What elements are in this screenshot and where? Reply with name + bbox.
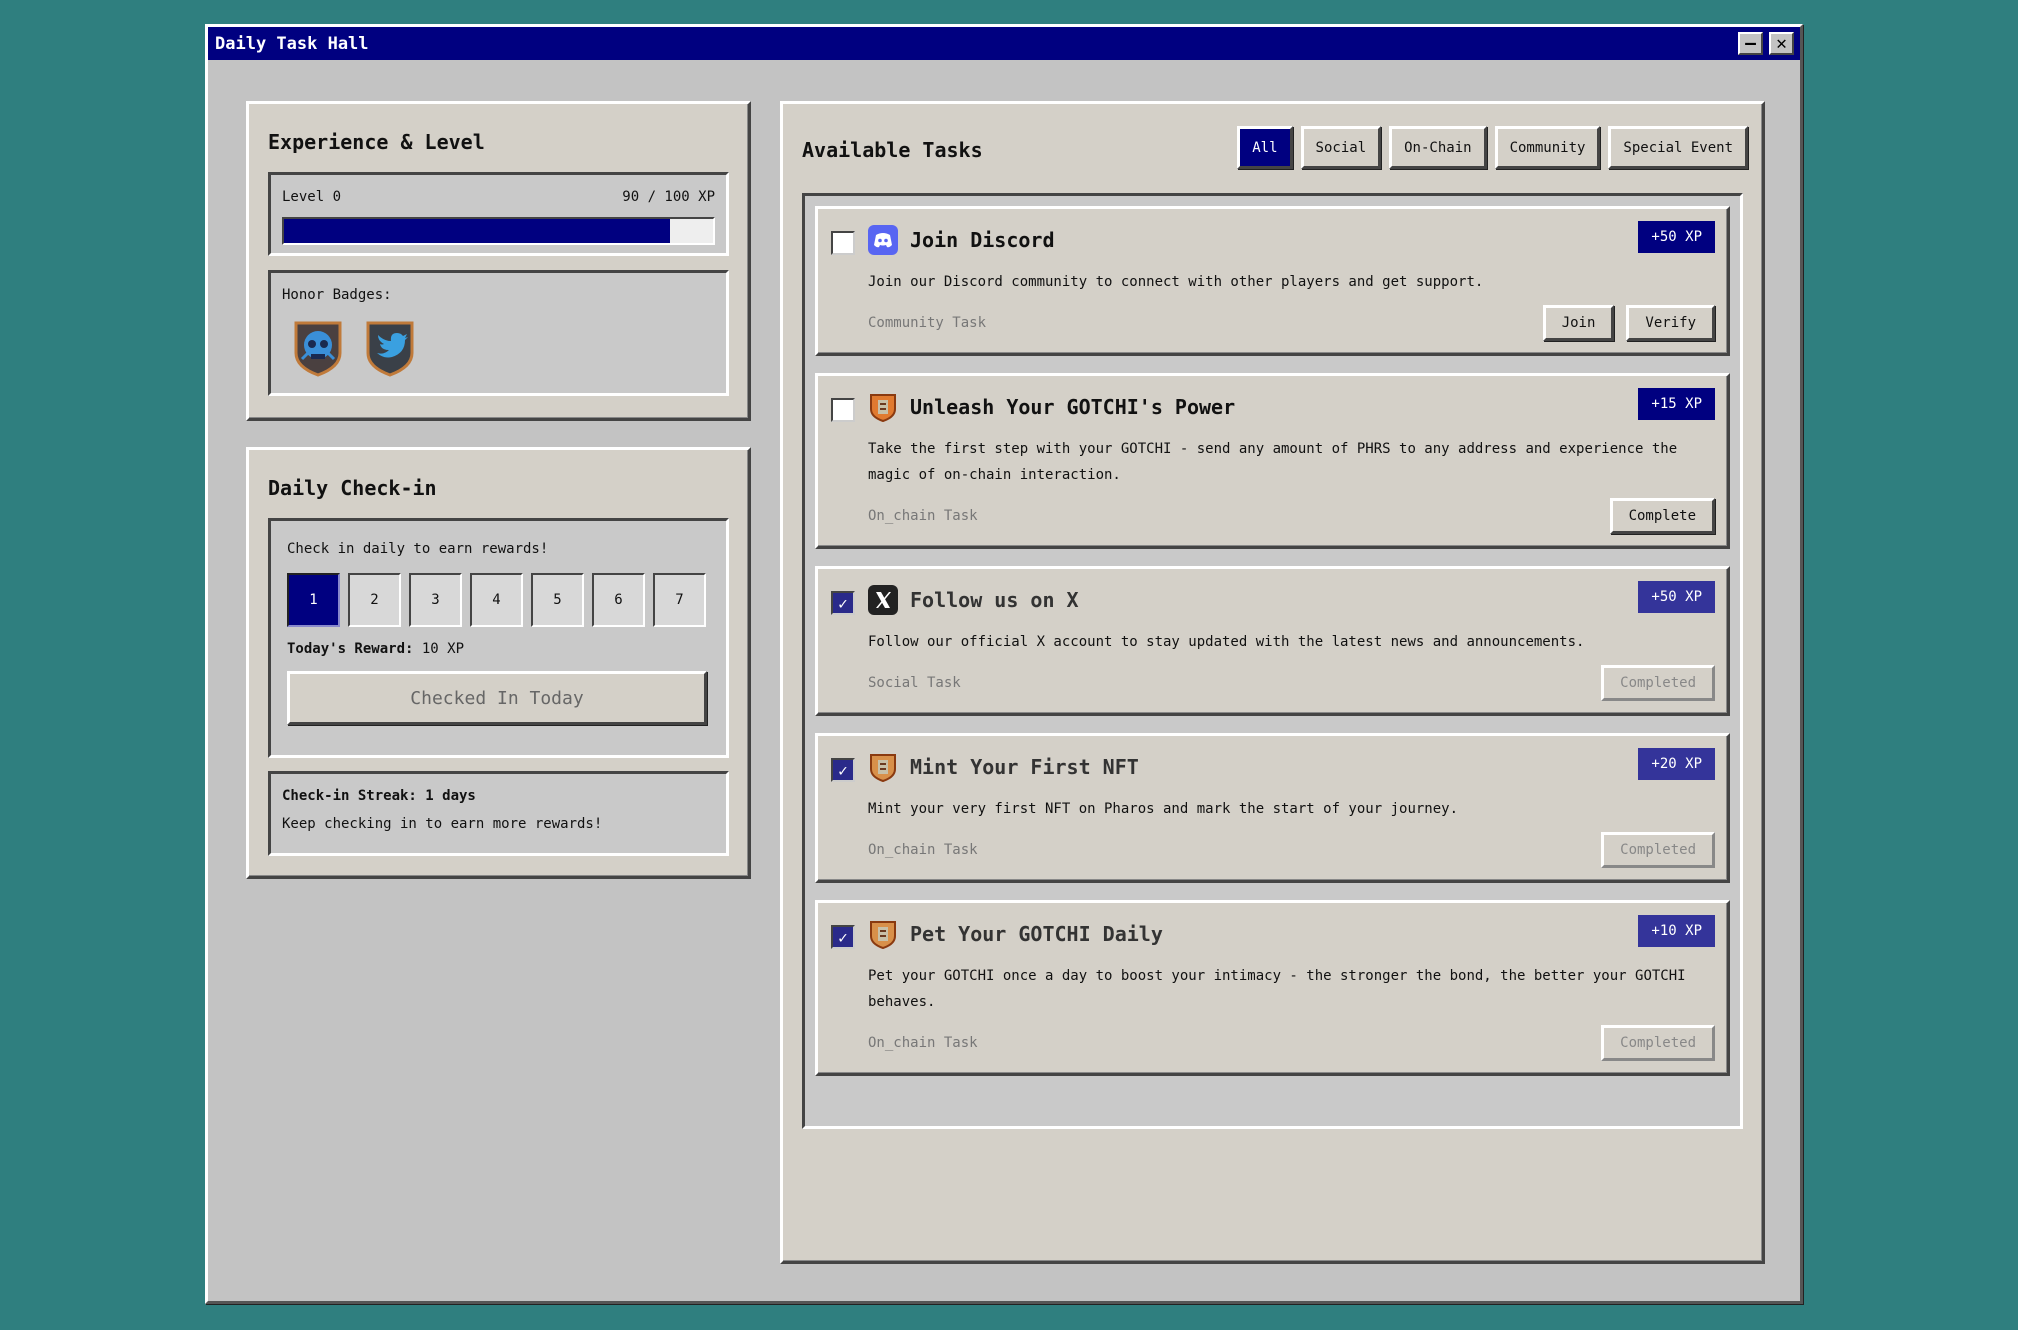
streak-title: Check-in Streak: 1 days <box>282 788 476 804</box>
level-label: Level 0 <box>282 189 342 205</box>
task-checkbox-checked[interactable]: ✓ <box>831 758 855 782</box>
task-checkbox-checked[interactable]: ✓ <box>831 925 855 949</box>
todays-reward: Today's Reward: 10 XP <box>287 641 710 657</box>
verify-button[interactable]: Verify <box>1626 305 1715 341</box>
task-description: Take the first step with your GOTCHI - s… <box>868 441 1678 483</box>
reward-label: Today's Reward: <box>287 641 414 657</box>
checkin-title: Daily Check-in <box>268 476 437 500</box>
checkin-day-6[interactable]: 6 <box>592 573 645 627</box>
tab-community[interactable]: Community <box>1494 126 1601 169</box>
x-icon <box>868 585 898 615</box>
tab-all[interactable]: All <box>1237 126 1293 169</box>
xp-reward-badge: +15 XP <box>1638 388 1715 420</box>
honor-badges-box: Honor Badges: <box>268 270 729 396</box>
task-description: Follow our official X account to stay up… <box>868 634 1585 650</box>
experience-title: Experience & Level <box>268 130 485 154</box>
honor-badges-label: Honor Badges: <box>282 287 392 303</box>
xp-reward-badge: +20 XP <box>1638 748 1715 780</box>
completed-button[interactable]: Completed <box>1601 832 1715 868</box>
xp-progress-bar <box>282 217 715 245</box>
checkin-day-7[interactable]: 7 <box>653 573 706 627</box>
xp-text: 90 / 100 XP <box>622 189 715 205</box>
task-filter-tabs: All Social On-Chain Community Special Ev… <box>1237 126 1748 169</box>
tab-social[interactable]: Social <box>1300 126 1382 169</box>
task-mint-first-nft: ✓ Mint Your First NFT +20 XP Mint your v… <box>815 733 1730 883</box>
close-icon: ✕ <box>1776 32 1787 54</box>
xp-reward-badge: +50 XP <box>1638 221 1715 253</box>
gotchi-icon <box>870 394 896 422</box>
discord-icon <box>868 225 898 255</box>
gotchi-icon <box>870 921 896 949</box>
minimize-icon: — <box>1745 32 1756 54</box>
task-category: On_chain Task <box>868 842 978 858</box>
task-checkbox[interactable] <box>831 398 855 422</box>
task-description: Pet your GOTCHI once a day to boost your… <box>868 968 1686 1010</box>
daily-checkin-panel: Daily Check-in Check in daily to earn re… <box>246 447 751 879</box>
complete-button[interactable]: Complete <box>1609 498 1715 534</box>
task-join-discord: Join Discord +50 XP Join our Discord com… <box>815 206 1730 356</box>
task-title: Mint Your First NFT <box>910 755 1139 779</box>
task-title: Join Discord <box>910 228 1055 252</box>
task-description: Mint your very first NFT on Pharos and m… <box>868 801 1459 817</box>
checkin-days: 1 2 3 4 5 6 7 <box>287 573 710 627</box>
join-button[interactable]: Join <box>1542 305 1615 341</box>
task-unleash-gotchi: Unleash Your GOTCHI's Power +15 XP Take … <box>815 373 1730 549</box>
task-hall-window: Daily Task Hall — ✕ Experience & Level L… <box>205 24 1803 1304</box>
task-pet-gotchi-daily: ✓ Pet Your GOTCHI Daily +10 XP Pet your … <box>815 900 1730 1076</box>
twitter-badge-icon[interactable] <box>364 319 416 377</box>
task-description: Join our Discord community to connect wi… <box>868 274 1484 290</box>
window-titlebar[interactable]: Daily Task Hall — ✕ <box>208 27 1800 60</box>
completed-button[interactable]: Completed <box>1601 665 1715 701</box>
task-category: On_chain Task <box>868 1035 978 1051</box>
checkin-prompt: Check in daily to earn rewards! <box>287 541 549 557</box>
xp-progress-fill <box>284 219 671 243</box>
tab-special-event[interactable]: Special Event <box>1608 126 1748 169</box>
xp-reward-badge: +50 XP <box>1638 581 1715 613</box>
checkin-box: Check in daily to earn rewards! 1 2 3 4 … <box>268 518 729 758</box>
level-box: Level 0 90 / 100 XP <box>268 172 729 256</box>
task-follow-x: ✓ Follow us on X +50 XP Follow our offic… <box>815 566 1730 716</box>
task-category: Community Task <box>868 315 987 331</box>
task-title: Unleash Your GOTCHI's Power <box>910 395 1236 419</box>
xp-reward-badge: +10 XP <box>1638 915 1715 947</box>
checked-in-button[interactable]: Checked In Today <box>287 671 707 725</box>
close-button[interactable]: ✕ <box>1769 32 1794 55</box>
gotchi-icon <box>870 754 896 782</box>
streak-text: Keep checking in to earn more rewards! <box>282 816 603 832</box>
task-title: Follow us on X <box>910 588 1079 612</box>
checkin-day-5[interactable]: 5 <box>531 573 584 627</box>
completed-button[interactable]: Completed <box>1601 1025 1715 1061</box>
reward-value: 10 XP <box>421 641 465 657</box>
checkin-day-2[interactable]: 2 <box>348 573 401 627</box>
window-title: Daily Task Hall <box>215 33 369 54</box>
skull-badge-icon[interactable] <box>292 319 344 377</box>
checkin-day-3[interactable]: 3 <box>409 573 462 627</box>
minimize-button[interactable]: — <box>1738 32 1763 55</box>
task-checkbox-checked[interactable]: ✓ <box>831 591 855 615</box>
checkin-day-1[interactable]: 1 <box>287 573 340 627</box>
checkin-day-4[interactable]: 4 <box>470 573 523 627</box>
task-list[interactable]: Join Discord +50 XP Join our Discord com… <box>802 193 1743 1129</box>
experience-panel: Experience & Level Level 0 90 / 100 XP H… <box>246 101 751 421</box>
task-checkbox[interactable] <box>831 231 855 255</box>
tab-on-chain[interactable]: On-Chain <box>1389 126 1487 169</box>
available-tasks-panel: Available Tasks All Social On-Chain Comm… <box>780 101 1765 1264</box>
checkin-streak-box: Check-in Streak: 1 days Keep checking in… <box>268 771 729 856</box>
task-category: On_chain Task <box>868 508 978 524</box>
tasks-title: Available Tasks <box>802 137 983 162</box>
task-title: Pet Your GOTCHI Daily <box>910 922 1163 946</box>
task-category: Social Task <box>868 675 961 691</box>
